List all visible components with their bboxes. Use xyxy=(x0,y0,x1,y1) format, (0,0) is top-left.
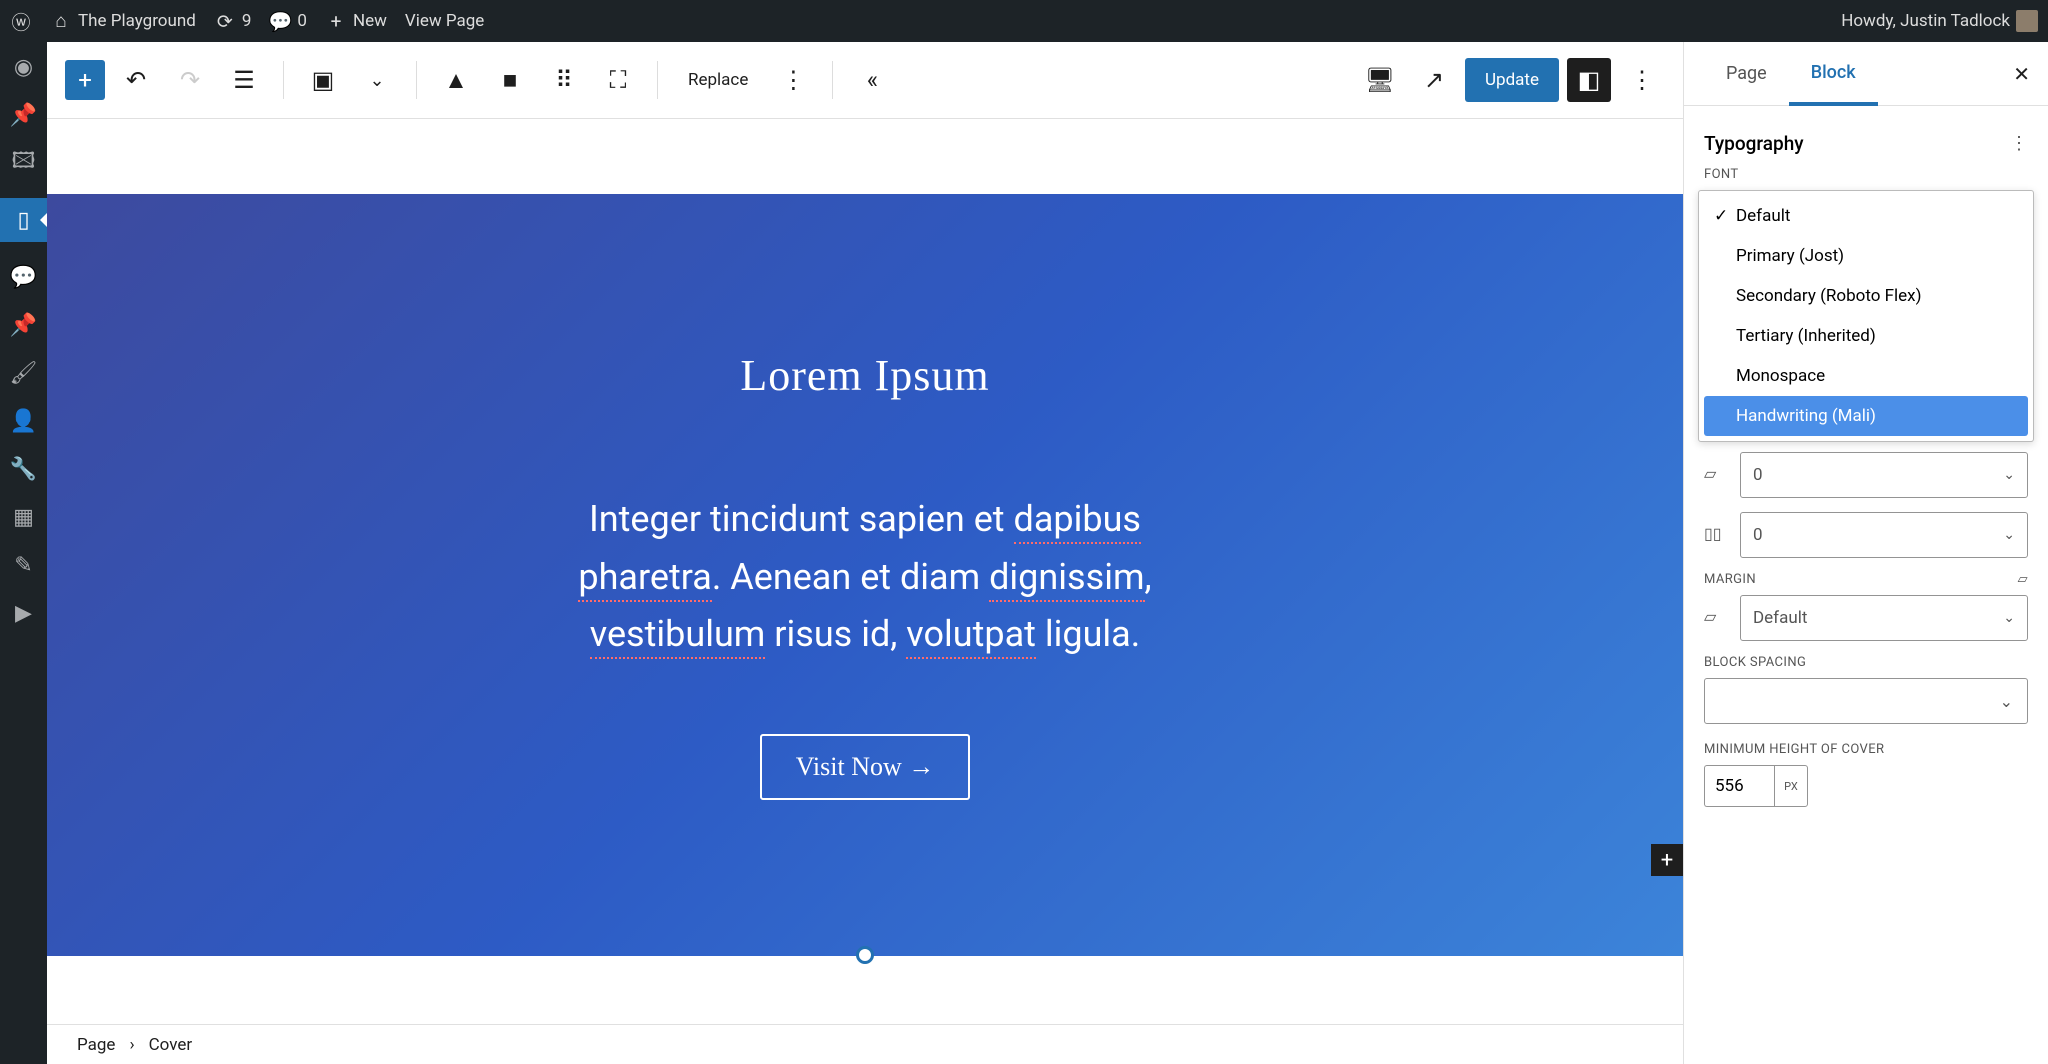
add-block-inline-button[interactable]: + xyxy=(1651,844,1683,876)
admin-bar: ⓦ ⌂The Playground ⟳9 💬0 +New View Page H… xyxy=(0,0,2048,42)
appearance-icon[interactable]: 🖌 xyxy=(11,360,37,386)
chevron-down-icon: ⌄ xyxy=(2003,610,2015,626)
media-icon[interactable]: 🖾 xyxy=(11,150,37,176)
home-icon: ⌂ xyxy=(50,10,72,32)
block-options-button[interactable]: ⋮ xyxy=(770,57,816,103)
tab-page[interactable]: Page xyxy=(1704,42,1789,106)
cover-icon[interactable]: ▣ xyxy=(300,57,346,103)
refresh-icon: ⟳ xyxy=(214,10,236,32)
tools-icon[interactable]: 🔧 xyxy=(11,456,37,482)
margin-label: MARGIN xyxy=(1704,572,1756,587)
resize-handle[interactable] xyxy=(856,946,874,964)
fill-button[interactable]: ■ xyxy=(487,57,533,103)
move-button[interactable]: ⌄ xyxy=(354,57,400,103)
users-icon[interactable]: 👤 xyxy=(11,408,37,434)
editor-toolbar: + ↶ ↷ ☰ ▣ ⌄ ▲ ■ ⠿ ⛶ Replace ⋮ « 🖥 ↗ Upda… xyxy=(47,42,1683,119)
font-option-primary[interactable]: Primary (Jost) xyxy=(1704,236,2028,276)
typography-heading: Typography xyxy=(1704,132,1804,155)
collapse-button[interactable]: « xyxy=(849,57,895,103)
avatar xyxy=(2016,10,2038,32)
font-option-default[interactable]: Default xyxy=(1704,196,2028,236)
admin-sidenav: ◉ 📌 🖾 ▯ 💬 📌 🖌 👤 🔧 ▦ ✎ ▶ xyxy=(0,42,47,1064)
list-view-button[interactable]: ☰ xyxy=(221,57,267,103)
font-dropdown-menu: Default Primary (Jost) Secondary (Roboto… xyxy=(1698,190,2034,442)
chevron-down-icon: ⌄ xyxy=(2000,692,2013,711)
block-breadcrumb: Page › Cover xyxy=(47,1024,1683,1064)
breadcrumb-page[interactable]: Page xyxy=(77,1035,115,1055)
padding-top-input[interactable]: 0⌄ xyxy=(1740,452,2028,498)
plugins-icon[interactable]: 📌 xyxy=(11,312,37,338)
font-option-handwriting[interactable]: Handwriting (Mali) xyxy=(1704,396,2028,436)
padding-side-input[interactable]: 0⌄ xyxy=(1740,512,2028,558)
margin-link-icon[interactable]: ▱ xyxy=(2018,572,2028,587)
cover-block[interactable]: Lorem Ipsum Integer tincidunt sapien et … xyxy=(47,194,1683,956)
howdy-link[interactable]: Howdy, Justin Tadlock xyxy=(1841,10,2038,32)
site-link[interactable]: ⌂The Playground xyxy=(50,10,196,32)
plus-icon: + xyxy=(325,10,347,32)
dashboard-icon[interactable]: ◉ xyxy=(11,54,37,80)
block-spacing-label: BLOCK SPACING xyxy=(1704,655,2028,670)
device-button[interactable]: 🖥 xyxy=(1357,57,1403,103)
update-button[interactable]: Update xyxy=(1465,58,1559,102)
position-button[interactable]: ⠿ xyxy=(541,57,587,103)
undo-button[interactable]: ↶ xyxy=(113,57,159,103)
min-height-label: MINIMUM HEIGHT OF COVER xyxy=(1704,742,2028,757)
play-icon[interactable]: ▶ xyxy=(11,600,37,626)
replace-button[interactable]: Replace xyxy=(674,57,762,103)
comments-link[interactable]: 💬0 xyxy=(269,10,307,32)
tab-block[interactable]: Block xyxy=(1789,42,1878,106)
breadcrumb-cover[interactable]: Cover xyxy=(149,1035,193,1055)
chevron-right-icon: › xyxy=(129,1035,134,1055)
more-options-button[interactable]: ⋮ xyxy=(1619,57,1665,103)
updates-link[interactable]: ⟳9 xyxy=(214,10,252,32)
add-block-button[interactable]: + xyxy=(65,60,105,100)
fullscreen-button[interactable]: ⛶ xyxy=(595,57,641,103)
settings-icon[interactable]: ▦ xyxy=(11,504,37,530)
edit-icon[interactable]: ✎ xyxy=(11,552,37,578)
external-button[interactable]: ↗ xyxy=(1411,57,1457,103)
pin-icon[interactable]: 📌 xyxy=(11,102,37,128)
font-option-monospace[interactable]: Monospace xyxy=(1704,356,2028,396)
align-button[interactable]: ▲ xyxy=(433,57,479,103)
close-sidebar-button[interactable]: ✕ xyxy=(2013,62,2030,86)
font-label: FONT xyxy=(1704,167,2028,182)
margin-input[interactable]: Default⌄ xyxy=(1740,595,2028,641)
editor-canvas[interactable]: Lorem Ipsum Integer tincidunt sapien et … xyxy=(47,119,1683,1064)
sidebar-toggle-button[interactable]: ◧ xyxy=(1567,58,1611,102)
cover-paragraph[interactable]: Integer tincidunt sapien et dapibus phar… xyxy=(578,491,1151,664)
comments-icon[interactable]: 💬 xyxy=(11,264,37,290)
min-height-input[interactable] xyxy=(1704,765,1774,807)
block-spacing-input[interactable]: ⌄ xyxy=(1704,678,2028,724)
view-page-link[interactable]: View Page xyxy=(405,11,484,31)
visit-now-button[interactable]: Visit Now → xyxy=(760,734,971,800)
chevron-down-icon: ⌄ xyxy=(2003,467,2015,483)
typography-options-button[interactable]: ⋮ xyxy=(2010,133,2028,154)
wp-logo[interactable]: ⓦ xyxy=(10,10,32,32)
comment-icon: 💬 xyxy=(269,10,291,32)
font-option-tertiary[interactable]: Tertiary (Inherited) xyxy=(1704,316,2028,356)
new-link[interactable]: +New xyxy=(325,10,387,32)
font-option-secondary[interactable]: Secondary (Roboto Flex) xyxy=(1704,276,2028,316)
chevron-down-icon: ⌄ xyxy=(2003,527,2015,543)
cover-heading[interactable]: Lorem Ipsum xyxy=(740,350,989,401)
padding-vertical-icon: ▱ xyxy=(1704,464,1726,486)
min-height-unit[interactable]: PX xyxy=(1774,765,1808,807)
pages-icon[interactable]: ▯ xyxy=(0,198,47,242)
redo-button[interactable]: ↷ xyxy=(167,57,213,103)
padding-horizontal-icon: ▯▯ xyxy=(1704,524,1726,546)
settings-sidebar: Page Block ✕ Typography ⋮ FONT Default P… xyxy=(1683,42,2048,1064)
margin-vertical-icon: ▱ xyxy=(1704,607,1726,629)
